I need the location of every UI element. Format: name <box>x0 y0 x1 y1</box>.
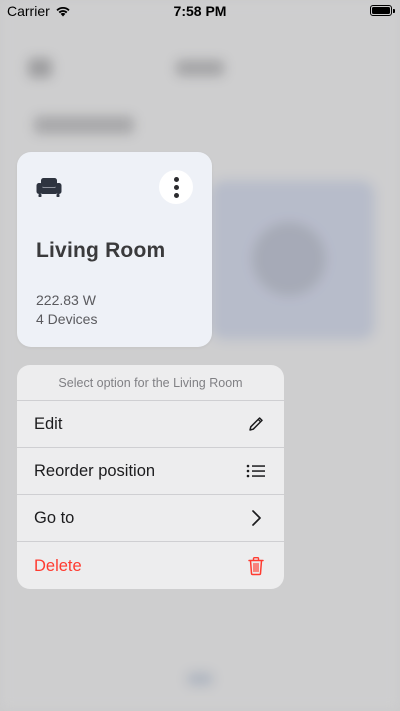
more-options-button[interactable] <box>159 170 193 204</box>
background-card-circle <box>252 222 326 296</box>
sofa-icon <box>36 176 62 198</box>
pencil-icon <box>246 414 266 434</box>
menu-item-label: Edit <box>34 414 63 433</box>
room-card[interactable]: Living Room 222.83 W 4 Devices <box>17 152 212 347</box>
menu-item-delete[interactable]: Delete <box>17 542 284 589</box>
background-section-title <box>34 116 134 134</box>
battery-icon <box>370 5 395 16</box>
room-power: 222.83 W <box>36 292 96 308</box>
menu-item-label: Go to <box>34 508 75 527</box>
list-icon <box>246 461 266 481</box>
room-device-count: 4 Devices <box>36 311 98 327</box>
context-menu-title: Select option for the Living Room <box>17 365 284 401</box>
trash-icon <box>246 556 266 576</box>
room-name: Living Room <box>36 239 166 262</box>
background-header-title <box>176 60 224 76</box>
more-dot-icon <box>173 192 179 198</box>
menu-item-edit[interactable]: Edit <box>17 401 284 448</box>
menu-item-label: Delete <box>34 556 82 575</box>
blurred-background <box>0 0 400 711</box>
more-dot-icon <box>173 176 179 182</box>
menu-item-label: Reorder position <box>34 461 156 480</box>
chevron-right-icon <box>246 508 266 528</box>
background-bottom-element <box>186 672 214 686</box>
menu-item-reorder-position[interactable]: Reorder position <box>17 448 284 495</box>
context-menu: Select option for the Living Room Edit R… <box>17 365 284 589</box>
menu-item-go-to[interactable]: Go to <box>17 495 284 542</box>
status-time: 7:58 PM <box>173 3 227 19</box>
more-dot-icon <box>173 184 179 190</box>
background-header-icon <box>28 58 52 78</box>
status-bar: Carrier 7:58 PM <box>0 0 400 22</box>
